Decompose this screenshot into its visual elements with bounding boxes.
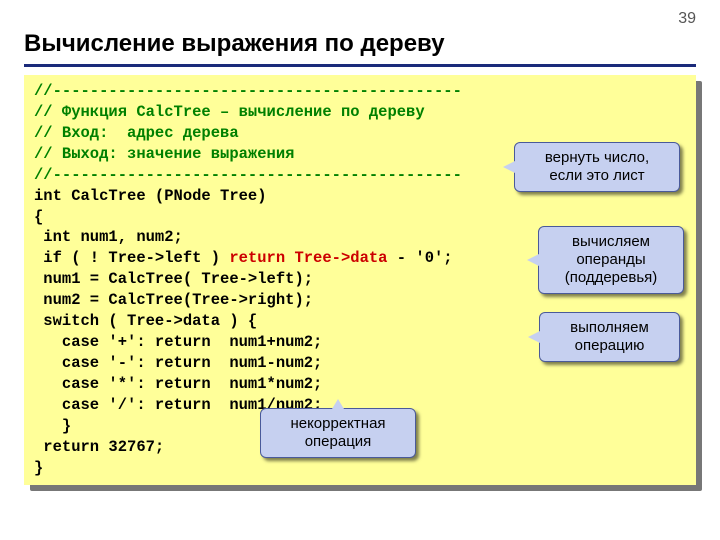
code-line: num1 = CalcTree( Tree->left); bbox=[34, 270, 313, 288]
code-line: // Функция CalcTree – вычисление по дере… bbox=[34, 103, 425, 121]
code-line: } bbox=[34, 459, 43, 477]
callout-operands: вычисляем операнды (поддеревья) bbox=[538, 226, 684, 294]
code-line: num2 = CalcTree(Tree->right); bbox=[34, 291, 313, 309]
code-line: int CalcTree (PNode Tree) bbox=[34, 187, 267, 205]
code-line: switch ( Tree->data ) { bbox=[34, 312, 257, 330]
callout-operation: выполняем операцию bbox=[539, 312, 680, 362]
code-line: { bbox=[34, 208, 43, 226]
page-number: 39 bbox=[678, 10, 696, 28]
code-line: //--------------------------------------… bbox=[34, 82, 462, 100]
code-line: if ( ! Tree->left ) bbox=[34, 249, 229, 267]
callout-leaf: вернуть число, если это лист bbox=[514, 142, 680, 192]
code-line: // Выход: значение выражения bbox=[34, 145, 294, 163]
callout-invalid: некорректная операция bbox=[260, 408, 416, 458]
code-line: // Вход: адрес дерева bbox=[34, 124, 239, 142]
code-line: case '+': return num1+num2; bbox=[34, 333, 322, 351]
code-line: //--------------------------------------… bbox=[34, 166, 462, 184]
code-line: case '*': return num1*num2; bbox=[34, 375, 322, 393]
slide-title: Вычисление выражения по дерeву bbox=[0, 0, 720, 64]
code-line: } bbox=[34, 417, 71, 435]
code-line: int num1, num2; bbox=[34, 228, 183, 246]
code-line: - '0'; bbox=[387, 249, 452, 267]
title-underline bbox=[24, 64, 696, 67]
code-line: return 32767; bbox=[34, 438, 164, 456]
code-line: case '-': return num1-num2; bbox=[34, 354, 322, 372]
code-line: return Tree->data bbox=[229, 249, 387, 267]
